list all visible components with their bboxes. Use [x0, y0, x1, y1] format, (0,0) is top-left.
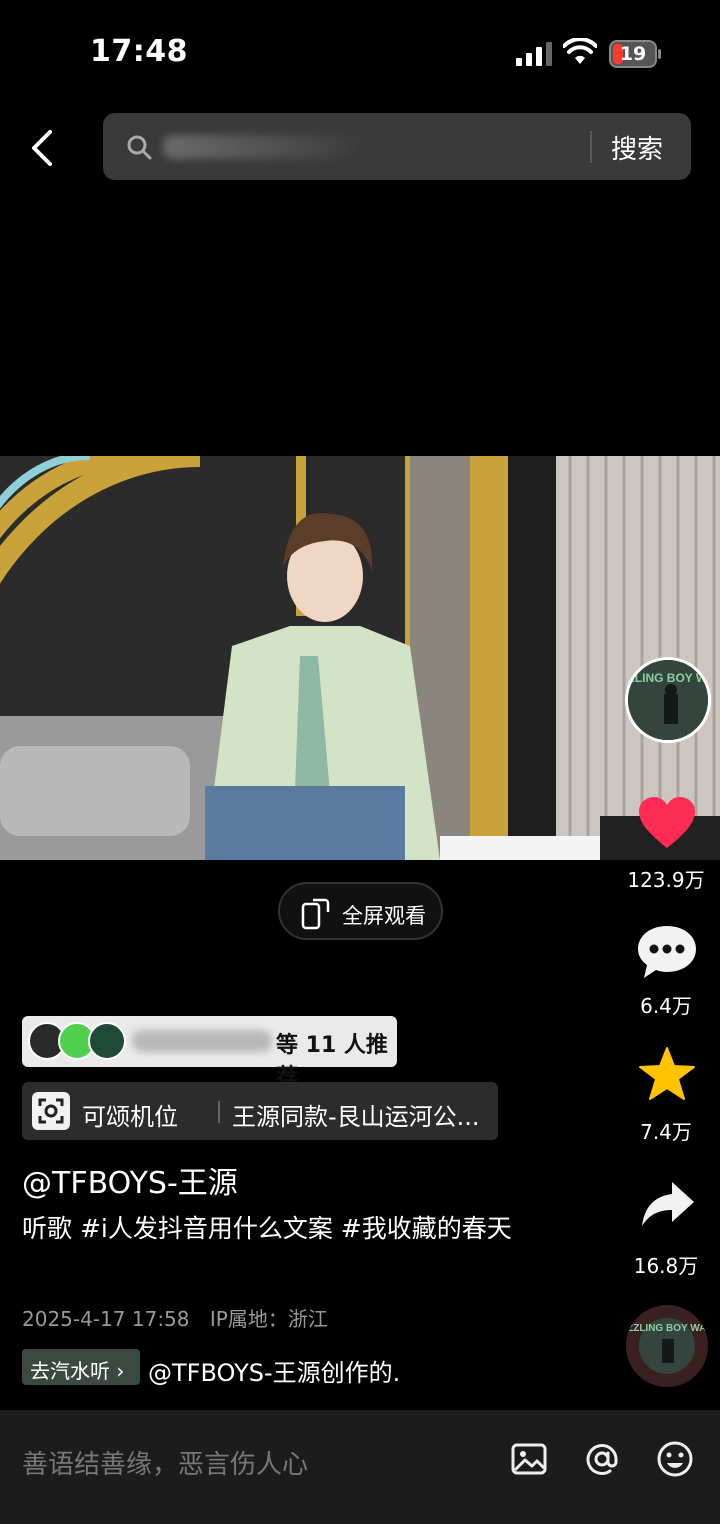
- fullscreen-button[interactable]: 全屏观看: [278, 882, 443, 940]
- status-time: 17:48: [90, 34, 188, 69]
- fullscreen-label: 全屏观看: [342, 904, 426, 928]
- location-chip-label: 可颂机位: [82, 1103, 178, 1131]
- share-count: 16.8万: [633, 1254, 699, 1278]
- back-arrow-icon[interactable]: [28, 128, 58, 168]
- album-art-small: DAZZLING BOY WANG: [626, 1305, 708, 1387]
- wifi-icon: [563, 38, 597, 64]
- favorite-star-icon[interactable]: [638, 1046, 696, 1102]
- comment-input[interactable]: 善语结善缘，恶言伤人心: [22, 1444, 308, 1481]
- listen-in-qishui-button[interactable]: 去汽水听 ›: [22, 1349, 140, 1385]
- location-chip[interactable]: 可颂机位 王源同款-艮山运河公...: [22, 1082, 498, 1140]
- rotate-phone-icon: [301, 898, 330, 930]
- search-divider: [590, 131, 592, 163]
- post-date: 2025-4-17 17:58: [22, 1307, 190, 1331]
- image-icon[interactable]: [510, 1440, 548, 1478]
- location-chip-place: 王源同款-艮山运河公...: [232, 1103, 480, 1131]
- search-query-blurred: [163, 135, 363, 159]
- search-icon: [127, 135, 152, 160]
- search-button[interactable]: 搜索: [611, 129, 663, 166]
- video-player[interactable]: [0, 456, 720, 860]
- battery-indicator: 19: [609, 40, 657, 68]
- favorite-count: 7.4万: [640, 1120, 692, 1144]
- album-art-text: DAZZLING BOY WANG: [628, 671, 708, 685]
- mention-icon[interactable]: [583, 1440, 621, 1478]
- video-frame: [0, 456, 720, 860]
- comment-bubble-icon[interactable]: [636, 924, 698, 980]
- post-description: 听歌 #i人发抖音用什么文案 #我收藏的春天: [22, 1214, 512, 1243]
- emoji-icon[interactable]: [656, 1440, 694, 1478]
- share-arrow-icon[interactable]: [640, 1180, 696, 1230]
- music-credit[interactable]: @TFBOYS-王源创作的.: [148, 1353, 400, 1388]
- album-art: DAZZLING BOY WANG: [628, 660, 708, 740]
- camera-spot-icon: [32, 1092, 70, 1130]
- music-disc-top[interactable]: DAZZLING BOY WANG: [625, 657, 711, 743]
- author-name[interactable]: @TFBOYS-王源: [22, 1158, 238, 1202]
- recommender-avatar: [88, 1022, 126, 1060]
- recommender-names-blurred: [132, 1030, 272, 1052]
- comment-count: 6.4万: [640, 994, 692, 1018]
- cellular-signal-icon: [516, 42, 552, 66]
- album-art-small-text: DAZZLING BOY WANG: [626, 1323, 708, 1334]
- search-bar[interactable]: 搜索: [103, 113, 691, 180]
- like-count: 123.9万: [627, 868, 705, 892]
- battery-level: 19: [619, 43, 647, 65]
- like-heart-icon[interactable]: [637, 796, 697, 850]
- post-ip-location: IP属地：浙江: [209, 1307, 328, 1331]
- location-chip-divider: [218, 1101, 220, 1123]
- battery-nub: [658, 49, 661, 59]
- music-disc-bottom[interactable]: DAZZLING BOY WANG: [626, 1305, 708, 1387]
- post-meta: 2025-4-17 17:58 IP属地：浙江: [22, 1303, 328, 1332]
- recommend-chip[interactable]: 等 11 人推荐: [22, 1016, 397, 1090]
- comment-bar: 善语结善缘，恶言伤人心: [0, 1410, 720, 1524]
